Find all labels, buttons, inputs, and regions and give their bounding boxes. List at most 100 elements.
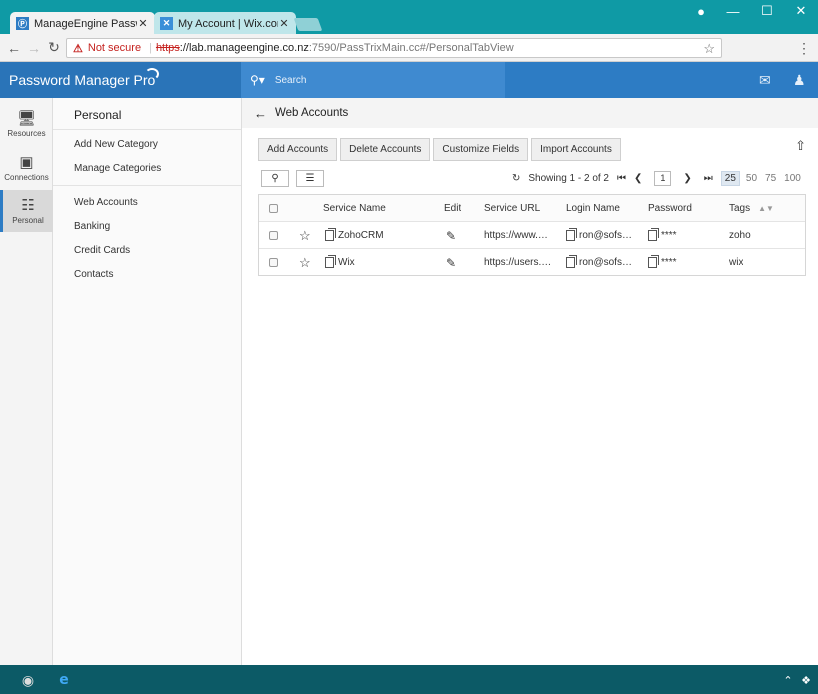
copy-icon[interactable] <box>325 228 336 241</box>
edge-icon[interactable]: e <box>54 670 74 690</box>
search-icon[interactable]: ⚲▾ <box>250 73 265 87</box>
wix-icon: ✕ <box>160 17 173 30</box>
refresh-icon[interactable]: ↻ <box>512 173 520 184</box>
menu-icon[interactable]: ⋮ <box>794 40 814 57</box>
favorite-star-icon[interactable]: ☆ <box>299 249 311 276</box>
page-size-100[interactable]: 100 <box>784 173 801 184</box>
row-checkbox[interactable] <box>269 222 278 249</box>
chevron-up-icon[interactable]: ⌃ <box>778 670 798 690</box>
prev-page-icon[interactable]: ❮ <box>634 173 642 184</box>
subnav-title: Personal <box>74 108 122 122</box>
header-login-name[interactable]: Login Name <box>566 195 620 222</box>
search-button[interactable]: ⚲ <box>261 170 289 187</box>
brand-logo[interactable]: Password Manager Pro <box>0 62 241 98</box>
action-buttons: Add Accounts Delete Accounts Customize F… <box>258 138 624 161</box>
table-header-row: Service Name Edit Service URL Login Name… <box>259 195 805 222</box>
bookmark-star-icon[interactable]: ☆ <box>703 41 715 57</box>
profile-icon[interactable]: ● <box>686 4 716 19</box>
service-url: https://www.… <box>484 230 548 241</box>
tab-title: ManageEngine Password <box>34 17 137 30</box>
select-all-checkbox[interactable] <box>269 195 278 222</box>
service-name-cell[interactable]: ZohoCRM <box>325 222 384 249</box>
header-service-name[interactable]: Service Name <box>323 195 386 222</box>
nav-label: Personal <box>12 215 44 225</box>
edit-pencil-icon[interactable]: ✎ <box>446 222 456 249</box>
column-chooser-button[interactable]: ☰ <box>296 170 324 187</box>
browser-tab-manageengine[interactable]: Ⓟ ManageEngine Password ✕ <box>10 12 155 35</box>
taskbar: ◉ e ⌃ ❖ <box>0 665 818 694</box>
next-page-icon[interactable]: ❯ <box>683 173 691 184</box>
import-accounts-button[interactable]: Import Accounts <box>531 138 621 161</box>
search-box[interactable]: ⚲▾ Search <box>241 62 505 98</box>
page-size-50[interactable]: 50 <box>746 173 757 184</box>
service-name: ZohoCRM <box>338 230 384 241</box>
table-row: ☆ Wix ✎ https://users.… ron@sofs… **** w… <box>259 249 805 276</box>
nav-resources[interactable]: 🖥 Resources <box>0 103 53 145</box>
reload-icon[interactable]: ↻ <box>44 39 64 56</box>
back-arrow-icon[interactable]: ← <box>4 40 24 56</box>
accounts-table: Service Name Edit Service URL Login Name… <box>258 194 806 276</box>
nav-personal[interactable]: ☷ Personal <box>0 190 53 232</box>
user-icon[interactable]: ♟ <box>793 72 806 89</box>
minimize-button[interactable]: — <box>716 4 750 19</box>
divider <box>53 185 241 186</box>
tags-cell: wix <box>729 257 744 268</box>
maximize-button[interactable]: ☐ <box>750 3 784 19</box>
favorite-star-icon[interactable]: ☆ <box>299 222 311 249</box>
dropbox-icon[interactable]: ❖ <box>796 670 816 690</box>
delete-accounts-button[interactable]: Delete Accounts <box>340 138 431 161</box>
category-credit-cards[interactable]: Credit Cards <box>74 245 130 256</box>
last-page-icon[interactable]: ⏭ <box>704 173 713 184</box>
address-bar[interactable]: ⚠ Not secure | https ://lab.manageengine… <box>66 38 722 58</box>
app-header: Password Manager Pro ⚲▾ Search ✉ ♟ <box>0 62 818 98</box>
copy-icon[interactable] <box>325 255 336 268</box>
category-banking[interactable]: Banking <box>74 221 110 232</box>
new-tab-button[interactable] <box>293 18 323 31</box>
login-name: ron@sofs… <box>579 257 632 268</box>
first-page-icon[interactable]: ⏮ <box>617 173 626 184</box>
close-tab-icon[interactable]: ✕ <box>137 17 149 30</box>
page-size-25[interactable]: 25 <box>720 171 740 186</box>
monitor-icon: 🖥 <box>16 109 37 127</box>
copy-icon[interactable] <box>566 228 577 241</box>
password-mask: **** <box>661 257 677 268</box>
header-service-url[interactable]: Service URL <box>484 195 540 222</box>
back-arrow-icon[interactable]: ← <box>254 106 267 121</box>
header-password[interactable]: Password <box>648 195 692 222</box>
row-checkbox[interactable] <box>269 249 278 276</box>
password-cell: **** <box>648 222 677 249</box>
login-name-cell: ron@sofs… <box>566 249 638 276</box>
mail-icon[interactable]: ✉ <box>759 72 771 89</box>
brand-name: Password Manager Pro <box>9 68 160 88</box>
service-name-cell[interactable]: Wix <box>325 249 355 276</box>
category-web-accounts[interactable]: Web Accounts <box>74 197 138 208</box>
customize-fields-button[interactable]: Customize Fields <box>433 138 529 161</box>
header-tags[interactable]: Tags ▲▼ <box>729 195 774 222</box>
table-row: ☆ ZohoCRM ✎ https://www.… ron@sofs… ****… <box>259 222 805 249</box>
copy-icon[interactable] <box>566 255 577 268</box>
forward-arrow-icon[interactable]: → <box>24 40 44 56</box>
main-area: 🖥 Resources ▣ Connections ☷ Personal Per… <box>0 98 818 665</box>
sort-icon[interactable]: ▲▼ <box>758 204 774 213</box>
export-icon[interactable]: ⇧ <box>795 138 806 154</box>
close-window-button[interactable]: ✕ <box>784 3 818 19</box>
url-host: ://lab.manageengine.co.nz <box>179 42 309 54</box>
category-contacts[interactable]: Contacts <box>74 269 113 280</box>
add-accounts-button[interactable]: Add Accounts <box>258 138 338 161</box>
page-number-input[interactable]: 1 <box>654 171 672 186</box>
tags-cell: zoho <box>729 230 751 241</box>
cortana-icon[interactable]: ◉ <box>18 670 38 690</box>
list-icon: ☰ <box>305 173 315 184</box>
edit-pencil-icon[interactable]: ✎ <box>446 249 456 276</box>
add-new-category-link[interactable]: Add New Category <box>74 139 158 150</box>
copy-icon[interactable] <box>648 255 659 268</box>
nav-label: Resources <box>7 128 46 138</box>
browser-tab-wix[interactable]: ✕ My Account | Wix.com ✕ <box>154 12 296 35</box>
nav-connections[interactable]: ▣ Connections <box>0 147 53 189</box>
copy-icon[interactable] <box>648 228 659 241</box>
close-tab-icon[interactable]: ✕ <box>278 17 290 30</box>
divider <box>53 129 241 130</box>
page-size-75[interactable]: 75 <box>765 173 776 184</box>
manage-categories-link[interactable]: Manage Categories <box>74 163 161 174</box>
showing-count: Showing 1 - 2 of 2 <box>528 173 609 184</box>
